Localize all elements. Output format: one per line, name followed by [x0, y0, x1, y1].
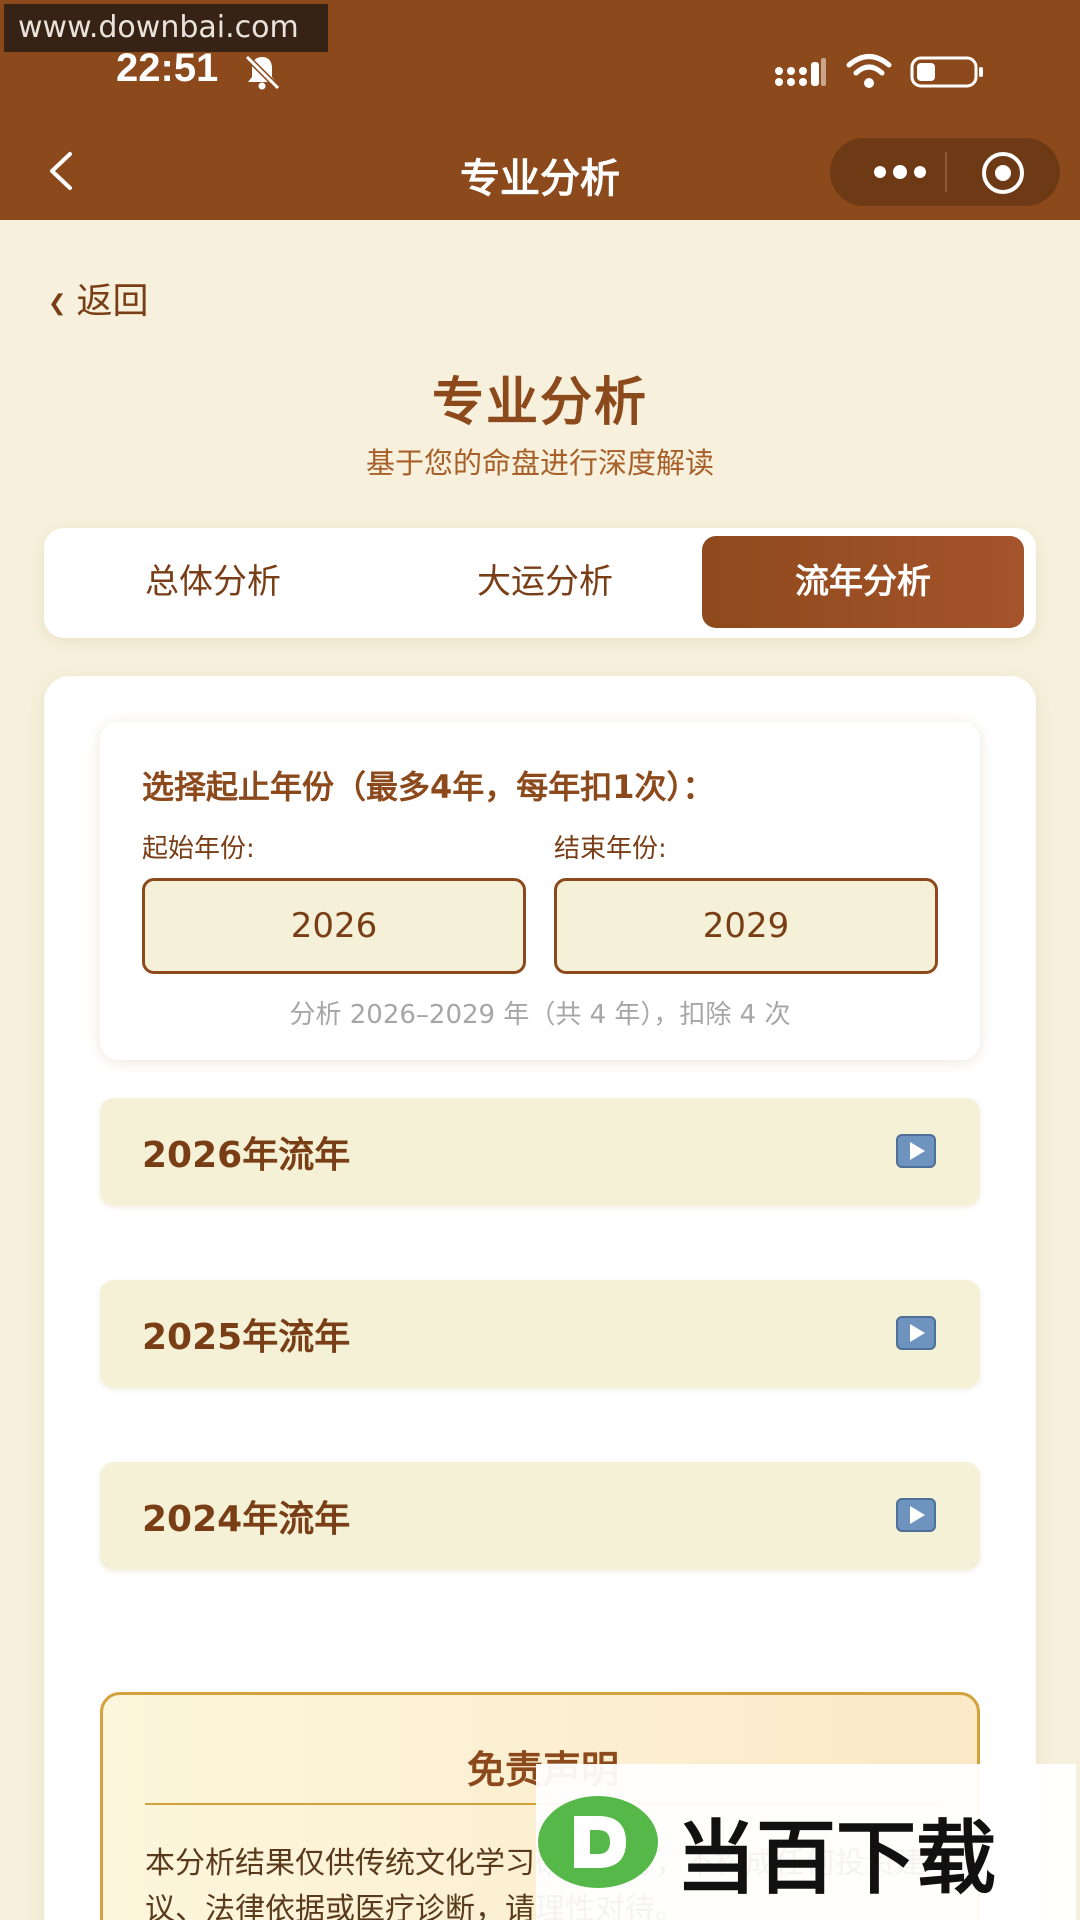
more-icon[interactable] [870, 158, 930, 186]
year-row-2024[interactable]: 2024年流年 [100, 1462, 980, 1570]
chevron-left-icon: ❮ [48, 290, 67, 316]
mini-program-capsule [830, 138, 1060, 206]
year-row-2026[interactable]: 2026年流年 [100, 1098, 980, 1206]
back-label: 返回 [76, 281, 149, 322]
signal-icon [775, 58, 826, 86]
play-icon [896, 1134, 936, 1168]
year-summary: 分析 2026–2029 年（共 4 年），扣除 4 次 [289, 1000, 791, 1030]
bell-muted-icon [244, 54, 281, 91]
close-target-icon[interactable] [980, 150, 1026, 196]
downbai-logo-text: 当百下载 [676, 1812, 996, 1905]
back-link[interactable]: ❮ 返回 [48, 272, 148, 324]
year-row-label: 2024年流年 [142, 1499, 351, 1540]
year-row-2025[interactable]: 2025年流年 [100, 1280, 980, 1388]
tab-liunian[interactable]: 流年分析 [702, 536, 1024, 628]
wifi-icon [846, 54, 892, 88]
status-time: 22:51 [116, 46, 219, 90]
start-year-input[interactable]: 2026 [142, 878, 526, 974]
year-row-label: 2025年流年 [142, 1317, 351, 1358]
end-year-label: 结束年份: [554, 834, 667, 864]
year-selector-heading: 选择起止年份（最多4年，每年扣1次）： [142, 768, 715, 806]
watermark-text: www.downbai.com [4, 4, 328, 52]
analysis-tabs: 总体分析 大运分析 流年分析 [44, 528, 1036, 638]
page-subtitle: 基于您的命盘进行深度解读 [365, 446, 714, 480]
start-year-label: 起始年份: [142, 834, 255, 864]
end-year-input[interactable]: 2029 [554, 878, 938, 974]
battery-icon [910, 56, 983, 88]
year-row-label: 2026年流年 [142, 1135, 351, 1176]
downbai-logo-icon [538, 1796, 658, 1888]
play-icon [896, 1498, 936, 1532]
downbai-logo-overlay: 当百下载 [536, 1764, 1076, 1920]
page-title: 专业分析 [431, 373, 648, 433]
tab-dayun[interactable]: 大运分析 [384, 536, 706, 628]
tab-overall[interactable]: 总体分析 [52, 536, 374, 628]
year-selector-card: 选择起止年份（最多4年，每年扣1次）： 起始年份: 结束年份: 2026 202… [100, 722, 980, 1060]
play-icon [896, 1316, 936, 1350]
capsule-divider [945, 152, 947, 192]
